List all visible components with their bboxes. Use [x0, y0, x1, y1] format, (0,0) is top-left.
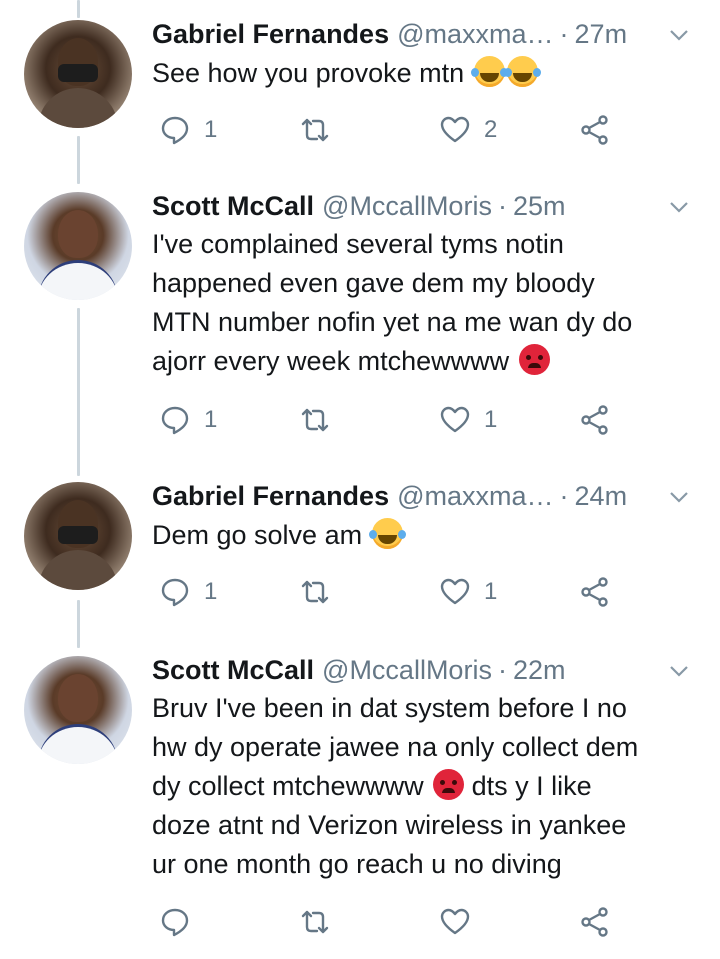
timestamp[interactable]: 24m: [575, 476, 628, 516]
tweet-header: Gabriel Fernandes @maxxma… · 27m: [152, 14, 627, 54]
avatar[interactable]: [24, 20, 132, 128]
reply-count: 1: [204, 578, 218, 605]
retweet-icon: [301, 408, 329, 432]
like-button[interactable]: 2: [440, 112, 497, 148]
like-button[interactable]: [440, 904, 484, 940]
author-name[interactable]: Gabriel Fernandes: [152, 476, 389, 516]
tweet-text: See how you provoke mtn: [152, 54, 702, 93]
tweet-header: Scott McCall @MccallMoris · 25m: [152, 186, 565, 226]
author-handle[interactable]: @maxxma…: [397, 14, 553, 54]
face-with-tears-of-joy-icon: [503, 56, 538, 87]
retweet-button[interactable]: [300, 402, 344, 438]
chevron-down-icon[interactable]: [668, 660, 690, 682]
retweet-button[interactable]: [300, 574, 344, 610]
avatar[interactable]: [24, 656, 132, 764]
reply-button[interactable]: 1: [160, 402, 217, 438]
reply-icon: [161, 908, 189, 937]
timestamp[interactable]: 27m: [575, 14, 628, 54]
face-with-tears-of-joy-icon: [470, 56, 505, 87]
tweet-actions: [152, 904, 622, 940]
tweet-text: Dem go solve am: [152, 516, 702, 555]
tweet-text: I've complained several tyms notin happe…: [152, 229, 633, 376]
share-button[interactable]: [580, 112, 610, 148]
tweet-header: Gabriel Fernandes @maxxma… · 24m: [152, 476, 627, 516]
tweet[interactable]: Scott McCall @MccallMoris · 22m Bruv I'v…: [0, 654, 720, 954]
retweet-icon: [301, 910, 329, 934]
share-icon: [581, 907, 608, 937]
share-icon: [581, 577, 608, 607]
author-handle[interactable]: @MccallMoris: [322, 186, 492, 226]
reply-button[interactable]: [160, 904, 204, 940]
tweet-actions: 1 2: [152, 112, 622, 148]
like-count: 1: [484, 406, 498, 433]
chevron-down-icon[interactable]: [668, 196, 690, 218]
reply-button[interactable]: 1: [160, 112, 217, 148]
reply-icon: [161, 406, 189, 435]
tweet[interactable]: Scott McCall @MccallMoris · 25m I've com…: [0, 190, 720, 450]
like-icon: [440, 116, 470, 143]
timestamp[interactable]: 22m: [513, 650, 566, 690]
reply-count: 1: [204, 116, 218, 143]
like-icon: [440, 578, 470, 605]
like-icon: [440, 406, 470, 433]
author-name[interactable]: Scott McCall: [152, 186, 314, 226]
reply-icon: [161, 116, 189, 145]
author-handle[interactable]: @MccallMoris: [322, 650, 492, 690]
chevron-down-icon[interactable]: [668, 24, 690, 46]
tweet[interactable]: Gabriel Fernandes @maxxma… · 27m See how…: [0, 16, 720, 166]
retweet-icon: [301, 580, 329, 604]
share-button[interactable]: [580, 574, 610, 610]
separator: ·: [497, 191, 507, 221]
like-count: 1: [484, 578, 498, 605]
retweet-icon: [301, 118, 329, 142]
like-button[interactable]: 1: [440, 402, 497, 438]
share-icon: [581, 115, 608, 145]
retweet-button[interactable]: [300, 904, 344, 940]
like-button[interactable]: 1: [440, 574, 497, 610]
separator: ·: [559, 19, 569, 49]
avatar[interactable]: [24, 482, 132, 590]
pouting-face-icon: [518, 344, 550, 375]
share-button[interactable]: [580, 402, 610, 438]
share-icon: [581, 405, 608, 435]
author-name[interactable]: Gabriel Fernandes: [152, 14, 389, 54]
separator: ·: [497, 655, 507, 685]
chevron-down-icon[interactable]: [668, 486, 690, 508]
avatar[interactable]: [24, 192, 132, 300]
like-count: 2: [484, 116, 498, 143]
tweet-actions: 1 1: [152, 574, 622, 610]
author-handle[interactable]: @maxxma…: [397, 476, 553, 516]
face-with-tears-of-joy-icon: [368, 518, 403, 549]
tweet-header: Scott McCall @MccallMoris · 22m: [152, 650, 565, 690]
share-button[interactable]: [580, 904, 610, 940]
reply-button[interactable]: 1: [160, 574, 217, 610]
tweet[interactable]: Gabriel Fernandes @maxxma… · 24m Dem go …: [0, 480, 720, 630]
reply-icon: [161, 578, 189, 607]
tweet-text: Bruv I've been in dat system before I no…: [152, 693, 639, 879]
reply-count: 1: [204, 406, 218, 433]
retweet-button[interactable]: [300, 112, 344, 148]
tweet-actions: 1 1: [152, 402, 622, 438]
like-icon: [440, 908, 470, 935]
pouting-face-icon: [433, 769, 465, 800]
author-name[interactable]: Scott McCall: [152, 650, 314, 690]
separator: ·: [559, 481, 569, 511]
timestamp[interactable]: 25m: [513, 186, 566, 226]
